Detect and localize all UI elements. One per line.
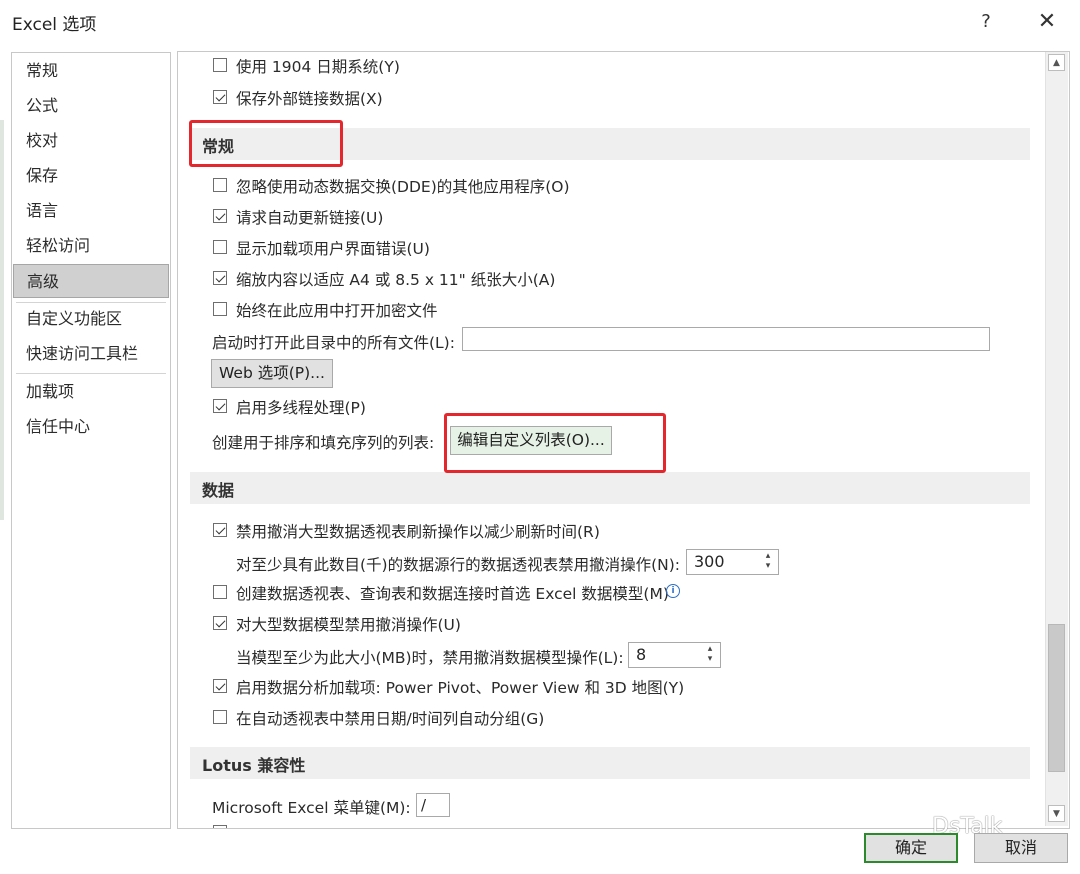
open-encrypted-label: 始终在此应用中打开加密文件	[236, 302, 438, 320]
disable-date-group-checkbox[interactable]	[213, 710, 227, 724]
auto-update-links-checkbox[interactable]	[213, 209, 227, 223]
question-mark-icon: ?	[981, 11, 991, 32]
disable-date-group-label: 在自动透视表中禁用日期/时间列自动分组(G)	[236, 710, 545, 728]
model-size-spinner[interactable]: 8 ▴ ▾	[628, 642, 721, 668]
chevron-down-icon[interactable]: ▼	[1048, 805, 1065, 822]
help-button[interactable]: ?	[966, 6, 1006, 38]
pivot-rows-value: 300	[694, 552, 725, 571]
date1904-checkbox[interactable]	[213, 58, 227, 72]
show-addin-errors-label: 显示加载项用户界面错误(U)	[236, 240, 430, 258]
nav-item-formulas[interactable]: 公式	[13, 89, 169, 123]
model-size-label: 当模型至少为此大小(MB)时，禁用撤消数据模型操作(L):	[236, 649, 624, 667]
cancel-button[interactable]: 取消	[974, 833, 1068, 863]
nav-item-accessibility[interactable]: 轻松访问	[13, 229, 169, 263]
nav-item-addins[interactable]: 加载项	[13, 375, 169, 409]
close-button[interactable]: ✕	[1027, 6, 1067, 38]
prefer-data-model-checkbox[interactable]	[213, 585, 227, 599]
nav-item-general[interactable]: 常规	[13, 54, 169, 88]
prefer-data-model-label: 创建数据透视表、查询表和数据连接时首选 Excel 数据模型(M)	[236, 585, 669, 603]
nav-item-advanced[interactable]: 高级	[13, 264, 169, 298]
save-links-checkbox[interactable]	[213, 90, 227, 104]
vertical-scrollbar[interactable]: ▲ ▼	[1045, 52, 1068, 826]
section-data-title: 数据	[202, 481, 235, 500]
scale-a4-label: 缩放内容以适应 A4 或 8.5 x 11" 纸张大小(A)	[236, 271, 556, 289]
show-addin-errors-checkbox[interactable]	[213, 240, 227, 254]
nav-item-customize-ribbon[interactable]: 自定义功能区	[13, 302, 169, 336]
open-encrypted-checkbox[interactable]	[213, 302, 227, 316]
startup-folder-label: 启动时打开此目录中的所有文件(L):	[212, 334, 455, 352]
nav-item-language[interactable]: 语言	[13, 194, 169, 228]
menu-key-input[interactable]: /	[416, 793, 450, 817]
highlight-general-header	[189, 120, 343, 167]
up-down-arrows-icon[interactable]: ▴ ▾	[762, 551, 774, 573]
info-icon[interactable]: i	[666, 584, 680, 598]
dialog-title: Excel 选项	[12, 15, 97, 35]
section-data: 数据	[190, 472, 1030, 504]
disable-undo-pivot-label: 禁用撤消大型数据透视表刷新操作以减少刷新时间(R)	[236, 523, 600, 541]
ignore-dde-label: 忽略使用动态数据交换(DDE)的其他应用程序(O)	[236, 178, 570, 196]
pivot-rows-spinner[interactable]: 300 ▴ ▾	[686, 549, 779, 575]
web-options-button[interactable]: Web 选项(P)...	[211, 359, 333, 388]
options-nav: 常规 公式 校对 保存 语言 轻松访问 高级 自定义功能区 快速访问工具栏 加载…	[11, 52, 171, 829]
date1904-label: 使用 1904 日期系统(Y)	[236, 58, 400, 76]
auto-update-links-label: 请求自动更新链接(U)	[236, 209, 384, 227]
close-icon: ✕	[1037, 9, 1057, 34]
ok-button[interactable]: 确定	[864, 833, 958, 863]
multithread-checkbox[interactable]	[213, 399, 227, 413]
chevron-up-icon[interactable]: ▲	[1048, 54, 1065, 71]
disable-undo-model-label: 对大型数据模型禁用撤消操作(U)	[236, 616, 461, 634]
highlight-custom-lists-button	[444, 413, 666, 473]
scrollbar-thumb[interactable]	[1048, 624, 1065, 772]
section-lotus: Lotus 兼容性	[190, 747, 1030, 779]
nav-item-save[interactable]: 保存	[13, 159, 169, 193]
excel-options-dialog: Excel 选项 ? ✕ 常规 公式 校对 保存 语言 轻松访问 高级 自定义功…	[0, 0, 1080, 874]
nav-divider	[16, 373, 166, 374]
nav-item-quick-access-toolbar[interactable]: 快速访问工具栏	[13, 337, 169, 371]
save-links-label: 保存外部链接数据(X)	[236, 90, 383, 108]
startup-folder-input[interactable]	[462, 327, 990, 351]
section-lotus-title: Lotus 兼容性	[202, 756, 306, 775]
up-down-arrows-icon[interactable]: ▴ ▾	[704, 644, 716, 666]
menu-key-label: Microsoft Excel 菜单键(M):	[212, 799, 411, 817]
scale-a4-checkbox[interactable]	[213, 271, 227, 285]
partial-checkbox[interactable]	[213, 825, 227, 828]
model-size-value: 8	[636, 645, 647, 664]
enable-addins-label: 启用数据分析加载项: Power Pivot、Power View 和 3D 地…	[236, 679, 685, 697]
multithread-label: 启用多线程处理(P)	[236, 399, 366, 417]
enable-addins-checkbox[interactable]	[213, 679, 227, 693]
ignore-dde-checkbox[interactable]	[213, 178, 227, 192]
nav-item-trust-center[interactable]: 信任中心	[13, 410, 169, 444]
nav-item-proofing[interactable]: 校对	[13, 124, 169, 158]
background-edge	[0, 120, 4, 520]
disable-undo-model-checkbox[interactable]	[213, 616, 227, 630]
pivot-rows-label: 对至少具有此数目(千)的数据源行的数据透视表禁用撤消操作(N):	[236, 556, 681, 574]
custom-lists-label: 创建用于排序和填充序列的列表:	[212, 434, 435, 452]
disable-undo-pivot-checkbox[interactable]	[213, 523, 227, 537]
title-bar: Excel 选项 ? ✕	[0, 0, 1080, 44]
